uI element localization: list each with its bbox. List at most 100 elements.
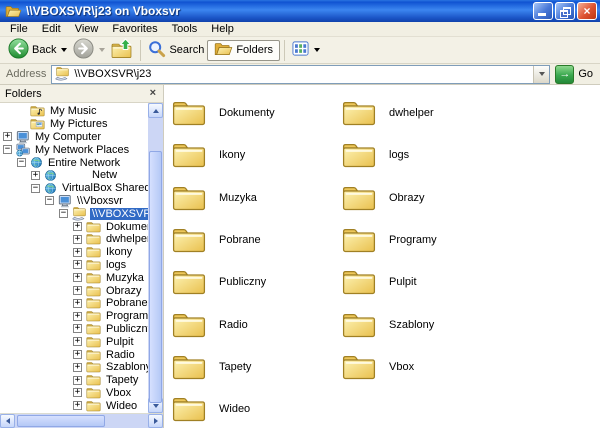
tree-item-dokumenty[interactable]: + Dokumenty <box>0 220 148 233</box>
folder-tile-label[interactable]: Tapety <box>219 361 251 373</box>
tree-label[interactable]: logs <box>104 259 128 271</box>
expand-icon[interactable]: + <box>73 222 82 231</box>
scroll-right-icon[interactable] <box>148 414 163 428</box>
folder-tile-programy[interactable]: Programy <box>342 219 512 261</box>
expand-icon[interactable]: + <box>31 171 40 180</box>
expand-icon[interactable]: + <box>73 273 82 282</box>
folder-tile-label[interactable]: Obrazy <box>389 192 424 204</box>
collapse-icon[interactable]: − <box>59 209 68 218</box>
scroll-left-icon[interactable] <box>0 414 15 428</box>
expand-icon[interactable]: + <box>73 350 82 359</box>
tree-label[interactable]: Vbox <box>104 387 133 399</box>
tree-label[interactable]: Pobrane <box>104 297 148 309</box>
tree-item-logs[interactable]: + logs <box>0 259 148 272</box>
search-button[interactable]: Search <box>145 39 207 62</box>
vertical-scroll-thumb[interactable] <box>149 151 162 403</box>
tree-label[interactable]: dwhelper <box>104 233 148 245</box>
tree-item-szablony[interactable]: + Szablony <box>0 361 148 374</box>
expand-icon[interactable]: + <box>73 337 82 346</box>
folder-tile-logs[interactable]: logs <box>342 134 512 176</box>
folder-tile-radio[interactable]: Radio <box>172 303 342 345</box>
folder-tile-muzyka[interactable]: Muzyka <box>172 177 342 219</box>
expand-icon[interactable]: + <box>73 260 82 269</box>
tree-item-my-computer[interactable]: +My Computer <box>0 131 148 144</box>
expand-icon[interactable]: + <box>73 235 82 244</box>
tree-label[interactable]: Radio <box>104 349 137 361</box>
tree-label[interactable]: My Pictures <box>48 118 109 130</box>
menu-item-favorites[interactable]: Favorites <box>105 22 164 36</box>
views-button[interactable] <box>289 39 323 61</box>
vertical-scroll-track[interactable] <box>148 118 163 398</box>
folder-tile-szablony[interactable]: Szablony <box>342 303 512 345</box>
forward-button[interactable] <box>70 37 108 63</box>
collapse-icon[interactable]: − <box>31 184 40 193</box>
folder-tile-label[interactable]: Pobrane <box>219 234 261 246</box>
close-button[interactable]: × <box>577 2 597 20</box>
tree-item-my-network-places[interactable]: − My Network Places <box>0 143 148 156</box>
tree-label[interactable]: Programy <box>104 310 148 322</box>
back-button[interactable]: Back <box>5 37 70 63</box>
expand-icon[interactable]: + <box>73 299 82 308</box>
expand-icon[interactable]: + <box>73 248 82 257</box>
go-button[interactable]: → Go <box>555 65 597 84</box>
tree-label[interactable]: Szablony <box>104 361 148 373</box>
tree-label[interactable]: My Network Places <box>33 144 131 156</box>
menu-item-file[interactable]: File <box>3 22 35 36</box>
tree-item-programy[interactable]: +Programy <box>0 310 148 323</box>
folder-tile-label[interactable]: Dokumenty <box>219 107 275 119</box>
tree-vertical-scrollbar[interactable] <box>148 103 163 413</box>
expand-icon[interactable]: + <box>73 388 82 397</box>
tree-label[interactable]: My Music <box>48 105 98 117</box>
tree-item-radio[interactable]: + Radio <box>0 348 148 361</box>
folder-tile-publiczny[interactable]: Publiczny <box>172 261 342 303</box>
scroll-up-icon[interactable] <box>148 103 163 118</box>
folder-tile-label[interactable]: dwhelper <box>389 107 434 119</box>
folder-tile-dwhelper[interactable]: dwhelper <box>342 92 512 134</box>
tree-item-virtualbox-shared-folder[interactable]: − VirtualBox Shared Folder <box>0 182 148 195</box>
tree-item-vboxsvr[interactable]: −\\Vboxsvr <box>0 195 148 208</box>
folder-tile-label[interactable]: logs <box>389 149 409 161</box>
tree-item-entire-network[interactable]: −Entire Network <box>0 156 148 169</box>
tree-item-netw[interactable]: + Netw <box>0 169 148 182</box>
tree-item-wideo[interactable]: + Wideo <box>0 399 148 412</box>
tree-item-pobrane[interactable]: + Pobrane <box>0 297 148 310</box>
expand-icon[interactable]: + <box>73 286 82 295</box>
tree-label[interactable]: Obrazy <box>104 285 143 297</box>
expand-icon[interactable]: + <box>73 401 82 410</box>
expand-icon[interactable]: + <box>73 363 82 372</box>
tree-label[interactable]: VirtualBox Shared Folder <box>60 182 148 194</box>
folder-tile-label[interactable]: Publiczny <box>219 276 266 288</box>
folder-tile-ikony[interactable]: Ikony <box>172 134 342 176</box>
horizontal-scroll-track[interactable] <box>15 414 148 428</box>
menu-item-edit[interactable]: Edit <box>35 22 68 36</box>
folder-tile-label[interactable]: Pulpit <box>389 276 417 288</box>
folders-button[interactable]: Folders <box>207 40 280 61</box>
tree-item-tapety[interactable]: +Tapety <box>0 374 148 387</box>
tree-item-vboxsvr-j23[interactable]: −\\VBOXSVR\j23 <box>0 207 148 220</box>
views-dropdown[interactable] <box>314 48 320 52</box>
folder-tile-pulpit[interactable]: Pulpit <box>342 261 512 303</box>
collapse-icon[interactable]: − <box>3 145 12 154</box>
tree-item-my-music[interactable]: My Music <box>0 105 148 118</box>
tree-label[interactable]: Wideo <box>104 400 139 412</box>
tree-item-my-pictures[interactable]: My Pictures <box>0 118 148 131</box>
tree-item-ikony[interactable]: +Ikony <box>0 246 148 259</box>
folder-tile-obrazy[interactable]: Obrazy <box>342 177 512 219</box>
folder-tile-label[interactable]: Ikony <box>219 149 245 161</box>
tree-item-dwhelper[interactable]: + dwhelper <box>0 233 148 246</box>
expand-icon[interactable]: + <box>73 376 82 385</box>
tree-label[interactable]: Netw <box>90 169 119 181</box>
expand-icon[interactable]: + <box>73 324 82 333</box>
minimize-button[interactable] <box>533 2 553 20</box>
folder-tile-label[interactable]: Radio <box>219 319 248 331</box>
tree-label[interactable]: Dokumenty <box>104 221 148 233</box>
folders-pane-close-icon[interactable]: × <box>148 88 158 99</box>
tree-label[interactable]: My Computer <box>33 131 103 143</box>
folder-tile-label[interactable]: Programy <box>389 234 437 246</box>
folder-tile-tapety[interactable]: Tapety <box>172 346 342 388</box>
back-history-dropdown[interactable] <box>61 48 67 52</box>
tree-label[interactable]: Pulpit <box>104 336 136 348</box>
menu-item-help[interactable]: Help <box>204 22 241 36</box>
folder-tile-label[interactable]: Muzyka <box>219 192 257 204</box>
folder-tile-pobrane[interactable]: Pobrane <box>172 219 342 261</box>
